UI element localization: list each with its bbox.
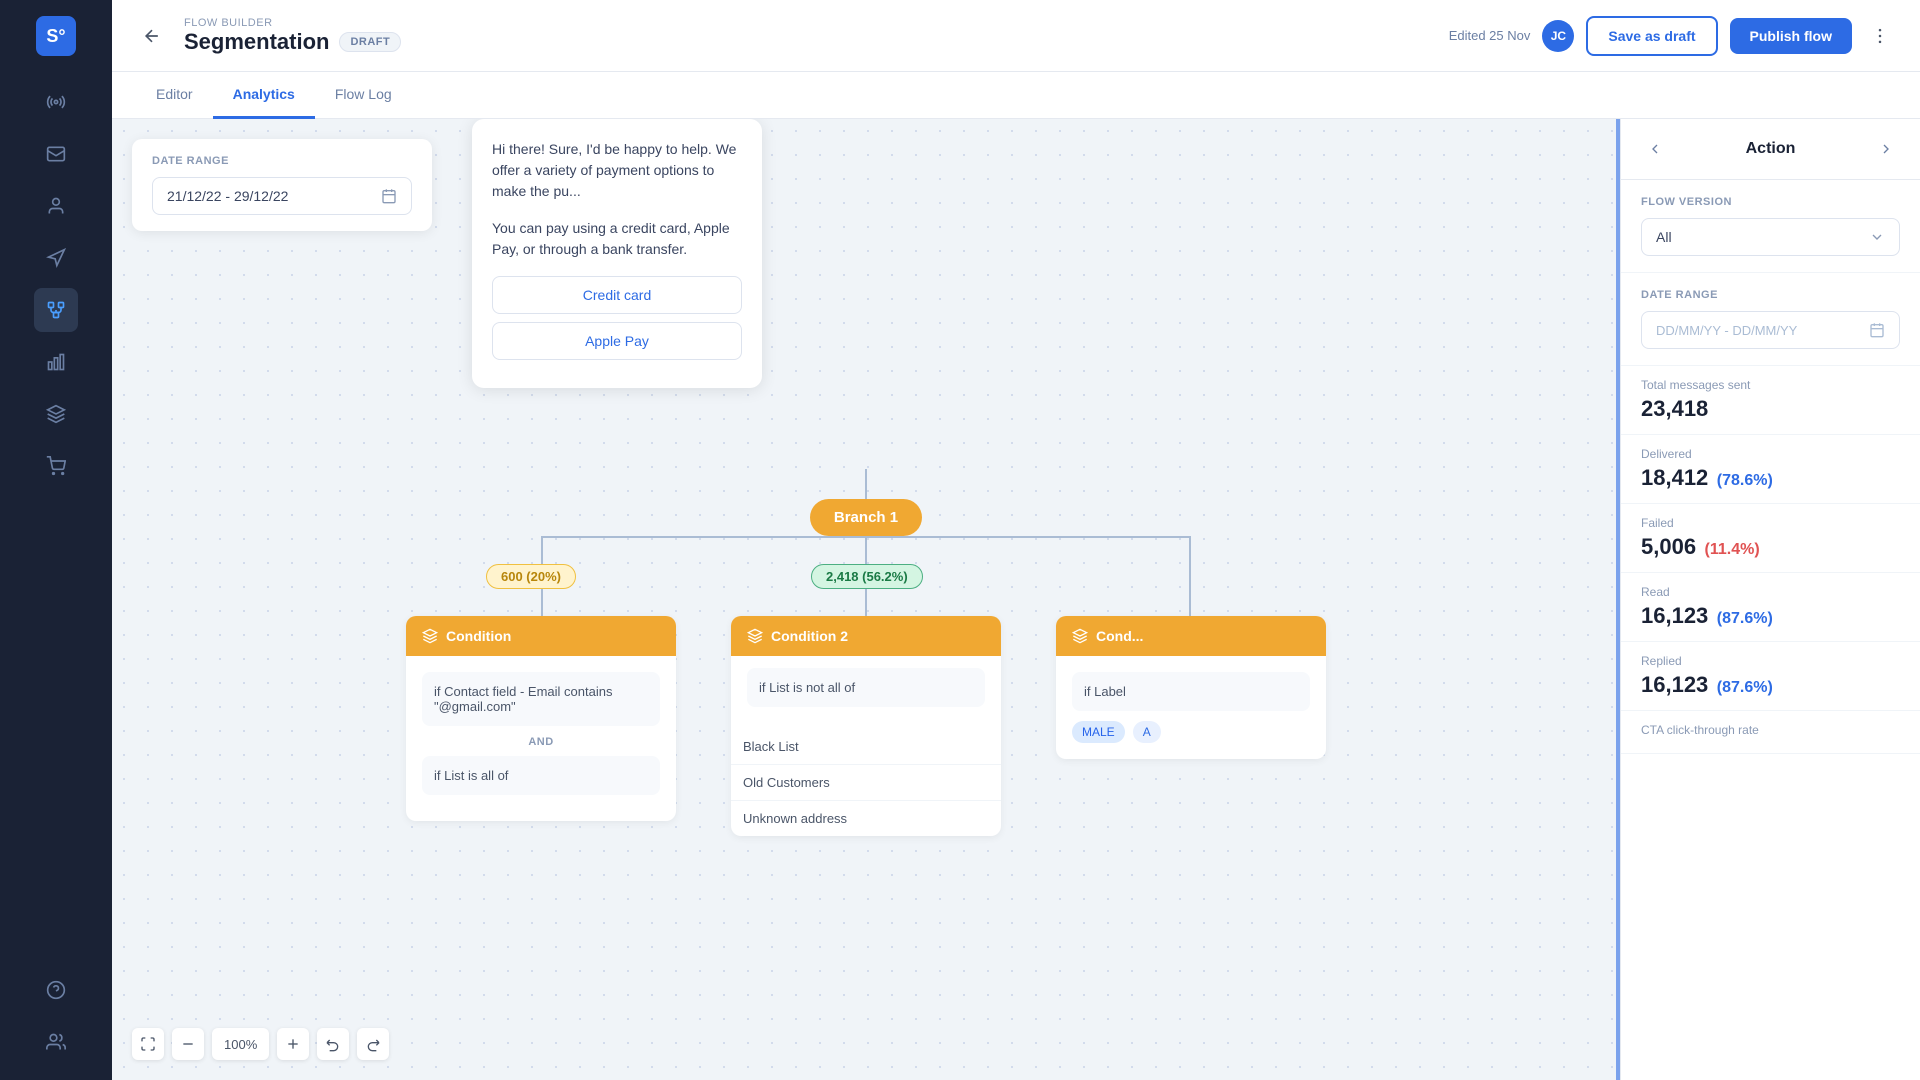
sidebar-item-analytics[interactable] <box>34 340 78 384</box>
stat-total-value: 23,418 <box>1641 396 1708 421</box>
and-divider: AND <box>422 736 660 748</box>
panel-header: Action <box>1621 119 1920 180</box>
zoom-in-button[interactable] <box>277 1028 309 1060</box>
condition-card-3: Cond... if Label MALE A <box>1056 616 1326 759</box>
condition-card-2: Condition 2 if List is not all of Black … <box>731 616 1001 836</box>
sidebar-nav <box>34 80 78 968</box>
page-title: Segmentation <box>184 29 329 55</box>
main-content: FLOW BUILDER Segmentation DRAFT Edited 2… <box>112 0 1920 1080</box>
list-item-blacklist: Black List <box>731 729 1001 765</box>
header: FLOW BUILDER Segmentation DRAFT Edited 2… <box>112 0 1920 72</box>
canvas-toolbar: 100% <box>132 1028 389 1060</box>
list-item-unknown-address: Unknown address <box>731 801 1001 836</box>
panel-prev-button[interactable] <box>1641 135 1669 163</box>
sidebar-item-broadcast[interactable] <box>34 80 78 124</box>
stat-failed-value: 5,006 <box>1641 534 1696 559</box>
branch-badge-1: 600 (20%) <box>486 564 576 597</box>
condition-1-rule-1: if Contact field - Email contains "@gmai… <box>422 672 660 726</box>
more-options-button[interactable] <box>1864 20 1896 52</box>
header-actions: Edited 25 Nov JC Save as draft Publish f… <box>1449 16 1896 56</box>
tab-analytics[interactable]: Analytics <box>213 72 315 119</box>
flow-version-select[interactable]: All <box>1641 218 1900 256</box>
sidebar-item-integrations[interactable] <box>34 392 78 436</box>
sidebar-item-help[interactable] <box>34 968 78 1012</box>
tabs: Editor Analytics Flow Log <box>112 72 1920 119</box>
sidebar: S° <box>0 0 112 1080</box>
condition-3-header[interactable]: Cond... <box>1056 616 1326 656</box>
right-panel: Action FLOW VERSION All DATE RANGE DD/MM… <box>1620 119 1920 1080</box>
stat-read-label: Read <box>1641 585 1900 599</box>
sidebar-item-ecommerce[interactable] <box>34 444 78 488</box>
stat-failed-label: Failed <box>1641 516 1900 530</box>
undo-button[interactable] <box>317 1028 349 1060</box>
sidebar-item-team[interactable] <box>34 1020 78 1064</box>
stat-total-messages: Total messages sent 23,418 <box>1621 366 1920 435</box>
sidebar-item-campaigns[interactable] <box>34 236 78 280</box>
breadcrumb: FLOW BUILDER <box>184 17 1433 29</box>
save-draft-button[interactable]: Save as draft <box>1586 16 1717 56</box>
male-tag: MALE <box>1072 721 1125 743</box>
panel-title: Action <box>1746 140 1796 158</box>
stat-replied: Replied 16,123 (87.6%) <box>1621 642 1920 711</box>
publish-button[interactable]: Publish flow <box>1730 18 1852 54</box>
sidebar-item-contacts[interactable] <box>34 184 78 228</box>
a-tag: A <box>1133 721 1161 743</box>
stat-cta: CTA click-through rate <box>1621 711 1920 754</box>
panel-date-input[interactable]: DD/MM/YY - DD/MM/YY <box>1641 311 1900 349</box>
chat-text-2: You can pay using a credit card, Apple P… <box>492 218 742 260</box>
stat-delivered-label: Delivered <box>1641 447 1900 461</box>
list-item-old-customers: Old Customers <box>731 765 1001 801</box>
credit-card-button[interactable]: Credit card <box>492 276 742 314</box>
branch-badge-2: 2,418 (56.2%) <box>811 564 923 597</box>
tab-flow-log[interactable]: Flow Log <box>315 72 412 119</box>
stat-replied-pct: (87.6%) <box>1717 679 1773 696</box>
fullscreen-button[interactable] <box>132 1028 164 1060</box>
avatar: JC <box>1542 20 1574 52</box>
sidebar-bottom <box>34 968 78 1064</box>
stat-read: Read 16,123 (87.6%) <box>1621 573 1920 642</box>
edited-label: Edited 25 Nov <box>1449 28 1531 43</box>
back-button[interactable] <box>136 20 168 52</box>
branch-node[interactable]: Branch 1 <box>810 499 922 536</box>
stat-read-pct: (87.6%) <box>1717 610 1773 627</box>
condition-1-rule-2: if List is all of <box>422 756 660 795</box>
zoom-level: 100% <box>212 1028 269 1060</box>
sidebar-item-flows[interactable] <box>34 288 78 332</box>
condition-3-rule: if Label <box>1072 672 1310 711</box>
stat-replied-label: Replied <box>1641 654 1900 668</box>
stat-replied-value: 16,123 <box>1641 672 1708 697</box>
flow-version-label: FLOW VERSION <box>1641 196 1900 208</box>
stat-delivered: Delivered 18,412 (78.6%) <box>1621 435 1920 504</box>
tab-editor[interactable]: Editor <box>136 72 213 119</box>
chat-bubble: Hi there! Sure, I'd be happy to help. We… <box>472 119 762 388</box>
stat-delivered-value: 18,412 <box>1641 465 1708 490</box>
date-filter: DATE RANGE 21/12/22 - 29/12/22 <box>132 139 432 231</box>
app-logo[interactable]: S° <box>36 16 76 56</box>
body-area: DATE RANGE 21/12/22 - 29/12/22 Hi there!… <box>112 119 1920 1080</box>
stat-failed-pct: (11.4%) <box>1705 541 1760 558</box>
sidebar-item-inbox[interactable] <box>34 132 78 176</box>
stat-read-value: 16,123 <box>1641 603 1708 628</box>
apple-pay-button[interactable]: Apple Pay <box>492 322 742 360</box>
stat-total-label: Total messages sent <box>1641 378 1900 392</box>
zoom-out-button[interactable] <box>172 1028 204 1060</box>
condition-2-header[interactable]: Condition 2 <box>731 616 1001 656</box>
draft-badge: DRAFT <box>339 32 401 52</box>
canvas-area: DATE RANGE 21/12/22 - 29/12/22 Hi there!… <box>112 119 1620 1080</box>
stat-failed: Failed 5,006 (11.4%) <box>1621 504 1920 573</box>
chat-text-1: Hi there! Sure, I'd be happy to help. We… <box>492 139 742 202</box>
stat-cta-label: CTA click-through rate <box>1641 723 1900 737</box>
date-filter-label: DATE RANGE <box>152 155 412 167</box>
flow-version-section: FLOW VERSION All <box>1621 180 1920 273</box>
panel-date-label: DATE RANGE <box>1641 289 1900 301</box>
condition-card-1: Condition if Contact field - Email conta… <box>406 616 676 821</box>
redo-button[interactable] <box>357 1028 389 1060</box>
panel-next-button[interactable] <box>1872 135 1900 163</box>
condition-1-header[interactable]: Condition <box>406 616 676 656</box>
panel-date-section: DATE RANGE DD/MM/YY - DD/MM/YY <box>1621 273 1920 366</box>
date-range-input[interactable]: 21/12/22 - 29/12/22 <box>152 177 412 215</box>
stat-delivered-pct: (78.6%) <box>1717 472 1773 489</box>
header-title-section: FLOW BUILDER Segmentation DRAFT <box>184 17 1433 55</box>
condition-2-rule: if List is not all of <box>747 668 985 707</box>
